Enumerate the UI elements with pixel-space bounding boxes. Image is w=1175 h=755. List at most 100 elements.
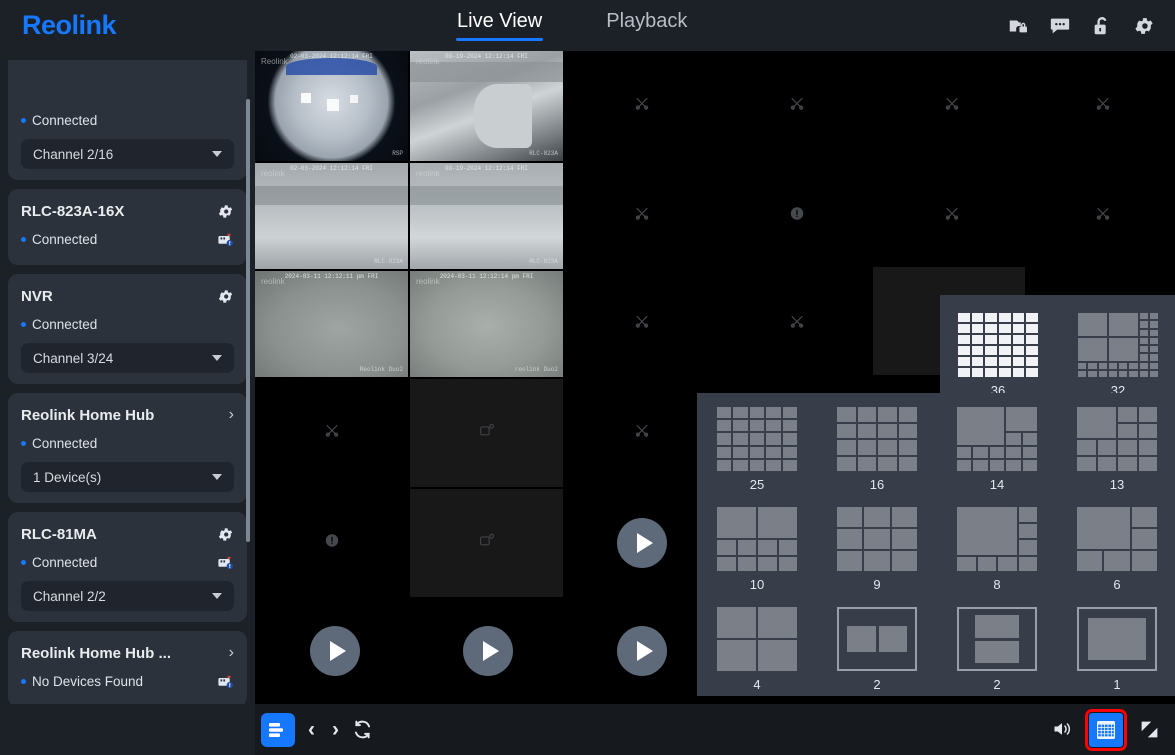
status-badge: Connected: [21, 232, 97, 247]
channel-select[interactable]: Channel 2/16: [21, 139, 234, 169]
prev-page-button[interactable]: ‹: [304, 718, 319, 742]
play-icon[interactable]: [463, 626, 513, 676]
layout-option-label: 25: [749, 477, 765, 492]
list-item[interactable]: Reolink Home Hub › Connected 1 Device(s): [8, 393, 247, 503]
alert-icon: [789, 206, 804, 226]
top-header-bar: Reolink Live View Playback: [0, 0, 1175, 51]
gear-icon[interactable]: [217, 526, 234, 543]
layout-option-label: 13: [1109, 477, 1125, 492]
layout-option-14[interactable]: 14: [957, 407, 1037, 492]
chat-bubble-icon[interactable]: [1049, 15, 1071, 37]
video-cell-0[interactable]: 02-03-2024 12:12:14 FRI Reolink RSP: [255, 51, 408, 161]
video-cell-26[interactable]: [565, 489, 718, 597]
grid-layout-button[interactable]: [1085, 708, 1127, 751]
video-cell-1[interactable]: 03-19-2024 12:12:14 FRI reolink RLC-823A: [410, 51, 563, 161]
channel-select[interactable]: Channel 3/24: [21, 343, 234, 373]
disconnect-icon: [788, 95, 806, 118]
video-cell-7[interactable]: 03-19-2024 12:12:14 FRI reolink RLC-823A: [410, 163, 563, 269]
video-cell-32[interactable]: [565, 599, 718, 704]
video-cell-6[interactable]: 02-03-2024 12:12:14 FRI reolink RLC-823A: [255, 163, 408, 269]
layout-thumb: [1077, 407, 1157, 471]
sd-card-warning-icon[interactable]: [217, 673, 234, 690]
status-dot-icon: [21, 117, 26, 123]
disconnect-icon: [633, 422, 651, 445]
video-cell-24[interactable]: [255, 489, 408, 597]
layout-thumb: [837, 507, 917, 571]
bottom-toolbar: ‹ ›: [255, 704, 1175, 755]
disconnect-icon: [633, 95, 651, 118]
video-cell-11[interactable]: [1030, 163, 1175, 269]
disconnect-icon: [633, 205, 651, 228]
layout-option-9[interactable]: 9: [837, 507, 917, 592]
video-cell-18[interactable]: [255, 379, 408, 487]
video-cell-9[interactable]: [720, 163, 873, 269]
play-icon[interactable]: [310, 626, 360, 676]
layout-option-13[interactable]: 13: [1077, 407, 1157, 492]
timestamp: 02-03-2024 12:12:14 FRI: [290, 165, 373, 172]
video-cell-5[interactable]: [1030, 51, 1175, 161]
timestamp: 2024-03-11 12:12:14 pm FRI: [439, 273, 534, 280]
watermark-model: reolink Duo2: [514, 366, 558, 373]
chevron-right-icon[interactable]: ›: [229, 645, 234, 661]
device-count-select[interactable]: 1 Device(s): [21, 462, 234, 492]
tab-playback[interactable]: Playback: [604, 11, 689, 41]
layout-option-2-horizontal[interactable]: 2: [837, 607, 917, 692]
channel-select[interactable]: Channel 2/2: [21, 581, 234, 611]
disconnect-icon: [943, 205, 961, 228]
layout-option-6[interactable]: 6: [1077, 507, 1157, 592]
status-badge: Connected: [21, 436, 97, 451]
video-cell-30[interactable]: [255, 599, 408, 704]
layout-option-32[interactable]: 32: [1078, 313, 1158, 398]
layout-option-4[interactable]: 4: [717, 607, 797, 692]
video-cell-14[interactable]: [565, 271, 718, 377]
layout-option-1[interactable]: 1: [1077, 607, 1157, 692]
video-cell-31[interactable]: [410, 599, 563, 704]
layout-option-16[interactable]: 16: [837, 407, 917, 492]
list-item[interactable]: RLC-823A-16X Connected: [8, 189, 247, 265]
video-cell-20[interactable]: [565, 379, 718, 487]
layout-option-label: 1: [1113, 677, 1121, 692]
video-cell-12[interactable]: 2024-03-11 12:12:11 pm FRI reolink Reoli…: [255, 271, 408, 377]
chevron-right-icon[interactable]: ›: [229, 407, 234, 423]
watermark: Reolink: [261, 57, 288, 66]
list-item[interactable]: Reolink Home Hub ... › No Devices Found: [8, 631, 247, 707]
list-item[interactable]: Connected Channel 2/16: [8, 60, 247, 180]
sd-card-warning-icon[interactable]: [217, 554, 234, 571]
play-icon[interactable]: [617, 626, 667, 676]
gear-icon[interactable]: [217, 203, 234, 220]
layout-option-10[interactable]: 10: [717, 507, 797, 592]
video-cell-4[interactable]: [875, 51, 1028, 161]
watermark: reolink: [261, 277, 285, 286]
fullscreen-icon[interactable]: [1139, 719, 1161, 741]
layout-option-8[interactable]: 8: [957, 507, 1037, 592]
gear-icon[interactable]: [1133, 15, 1155, 37]
disconnect-icon: [943, 95, 961, 118]
layout-option-25[interactable]: 25: [717, 407, 797, 492]
volume-icon[interactable]: [1051, 719, 1073, 741]
play-icon[interactable]: [617, 518, 667, 568]
disconnect-icon: [633, 313, 651, 336]
tab-live-view[interactable]: Live View: [455, 11, 544, 41]
layout-option-36[interactable]: 36: [958, 313, 1038, 398]
video-cell-13-selected[interactable]: 2024-03-11 12:12:14 pm FRI reolink reoli…: [410, 271, 563, 377]
sidebar-scrollbar[interactable]: [246, 99, 250, 542]
video-cell-2[interactable]: [565, 51, 718, 161]
layout-option-2-vertical[interactable]: 2: [957, 607, 1037, 692]
gear-icon[interactable]: [217, 288, 234, 305]
video-cell-15[interactable]: [720, 271, 873, 377]
list-item[interactable]: NVR Connected Channel 3/24: [8, 274, 247, 384]
next-page-button[interactable]: ›: [328, 718, 343, 742]
timestamp: 03-19-2024 12:12:14 FRI: [445, 53, 528, 60]
video-cell-3[interactable]: [720, 51, 873, 161]
refresh-icon[interactable]: [352, 719, 374, 741]
file-lock-icon[interactable]: [1007, 15, 1029, 37]
sd-card-warning-icon[interactable]: [217, 231, 234, 248]
video-cell-10[interactable]: [875, 163, 1028, 269]
video-cell-25[interactable]: [410, 489, 563, 597]
video-cell-19[interactable]: [410, 379, 563, 487]
unlock-icon[interactable]: [1091, 15, 1113, 37]
list-view-button[interactable]: [261, 712, 295, 747]
status-dot-icon: [21, 321, 26, 327]
video-cell-8[interactable]: [565, 163, 718, 269]
list-item[interactable]: RLC-81MA Connected Channel 2/2: [8, 512, 247, 622]
